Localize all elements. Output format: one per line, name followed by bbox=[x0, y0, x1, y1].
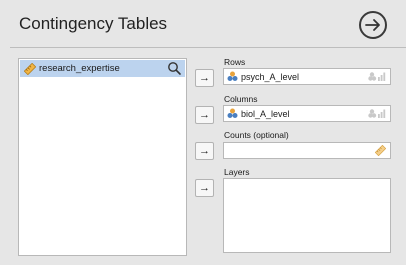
counts-box[interactable] bbox=[223, 142, 391, 159]
header: Contingency Tables bbox=[0, 0, 406, 50]
variable-name: research_expertise bbox=[39, 63, 120, 74]
variable-types-icon bbox=[368, 109, 386, 118]
rows-variable: psych_A_level bbox=[241, 71, 300, 82]
source-variable-list[interactable]: research_expertise bbox=[18, 58, 187, 256]
nominal-variable-icon bbox=[227, 108, 238, 118]
variable-item[interactable]: research_expertise bbox=[20, 60, 185, 77]
header-divider bbox=[10, 47, 406, 48]
columns-variable: biol_A_level bbox=[241, 108, 290, 119]
run-button[interactable] bbox=[359, 11, 387, 39]
move-to-layers-button[interactable]: → bbox=[195, 179, 214, 197]
move-to-columns-button[interactable]: → bbox=[195, 106, 214, 124]
rows-label: Rows bbox=[224, 57, 246, 67]
arrow-circle-right-icon bbox=[365, 19, 380, 31]
nominal-variable-icon bbox=[227, 71, 238, 81]
variable-types-icon bbox=[368, 72, 386, 81]
ruler-icon bbox=[24, 62, 36, 75]
layers-box[interactable] bbox=[223, 178, 391, 253]
move-to-rows-button[interactable]: → bbox=[195, 69, 214, 87]
page-title: Contingency Tables bbox=[19, 14, 168, 33]
counts-label: Counts (optional) bbox=[224, 130, 289, 140]
rows-box[interactable]: psych_A_level bbox=[223, 68, 391, 85]
layers-label: Layers bbox=[224, 167, 250, 177]
ruler-icon bbox=[375, 145, 386, 156]
columns-label: Columns bbox=[224, 94, 258, 104]
columns-box[interactable]: biol_A_level bbox=[223, 105, 391, 122]
move-to-counts-button[interactable]: → bbox=[195, 142, 214, 160]
search-icon[interactable] bbox=[167, 61, 182, 76]
